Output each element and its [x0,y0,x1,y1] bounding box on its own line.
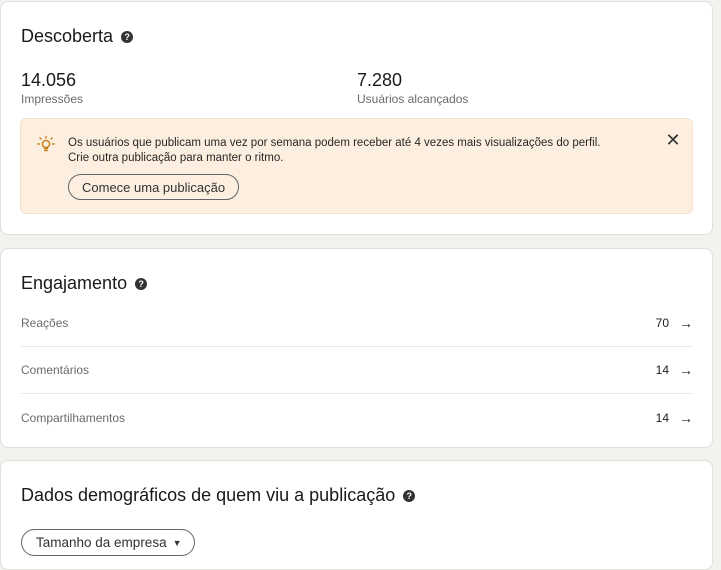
reach-label: Usuários alcançados [357,92,469,106]
arrow-right-icon[interactable]: → [679,315,693,331]
engagement-card: Engajamento ? Reações 70 → Comentários 1… [0,248,713,448]
engagement-row-comments[interactable]: Comentários 14 → [21,347,693,394]
tip-line-1: Os usuários que publicam uma vez por sem… [68,137,601,149]
comments-count: 14 [655,363,669,377]
impressions-metric: 14.056 Impressões [21,70,83,106]
arrow-right-icon[interactable]: → [679,410,693,426]
company-size-dropdown[interactable]: Tamanho da empresa ▼ [21,529,195,556]
lightbulb-icon [36,135,56,160]
shares-count: 14 [655,410,669,425]
impressions-label: Impressões [21,92,84,106]
discovery-title-row: Descoberta ? [21,26,134,47]
engagement-row-shares[interactable]: Compartilhamentos 14 → [21,394,693,441]
demographics-title-row: Dados demográficos de quem viu a publica… [21,485,416,506]
close-icon[interactable]: ✕ [662,129,684,151]
help-icon[interactable]: ? [403,489,416,502]
help-icon[interactable]: ? [135,277,148,290]
reach-value: 7.280 [357,70,403,90]
demographics-card: Dados demográficos de quem viu a publica… [0,460,713,570]
discovery-title: Descoberta [21,26,114,46]
arrow-right-icon[interactable]: → [679,362,693,378]
tip-banner: Os usuários que publicam uma vez por sem… [20,118,693,214]
engagement-title: Engajamento [21,273,128,293]
start-post-button[interactable]: Comece uma publicação [68,174,240,200]
reactions-label: Reações [21,316,69,330]
engagement-row-reactions[interactable]: Reações 70 → [21,300,693,347]
caret-down-icon: ▼ [172,537,182,548]
engagement-title-row: Engajamento ? [21,273,148,294]
reach-metric: 7.280 Usuários alcançados [357,70,468,106]
impressions-value: 14.056 [21,70,77,90]
reactions-count: 70 [655,316,669,330]
shares-label: Compartilhamentos [21,410,126,425]
demographics-title: Dados demográficos de quem viu a publica… [21,485,396,505]
discovery-card: Descoberta ? 14.056 Impressões 7.280 Usu… [0,1,713,235]
tip-line-2: Crie outra publicação para manter o ritm… [68,152,284,164]
tip-text: Os usuários que publicam uma vez por sem… [68,136,658,166]
comments-label: Comentários [21,363,90,377]
help-icon[interactable]: ? [121,30,134,43]
dropdown-value: Tamanho da empresa [36,535,167,550]
